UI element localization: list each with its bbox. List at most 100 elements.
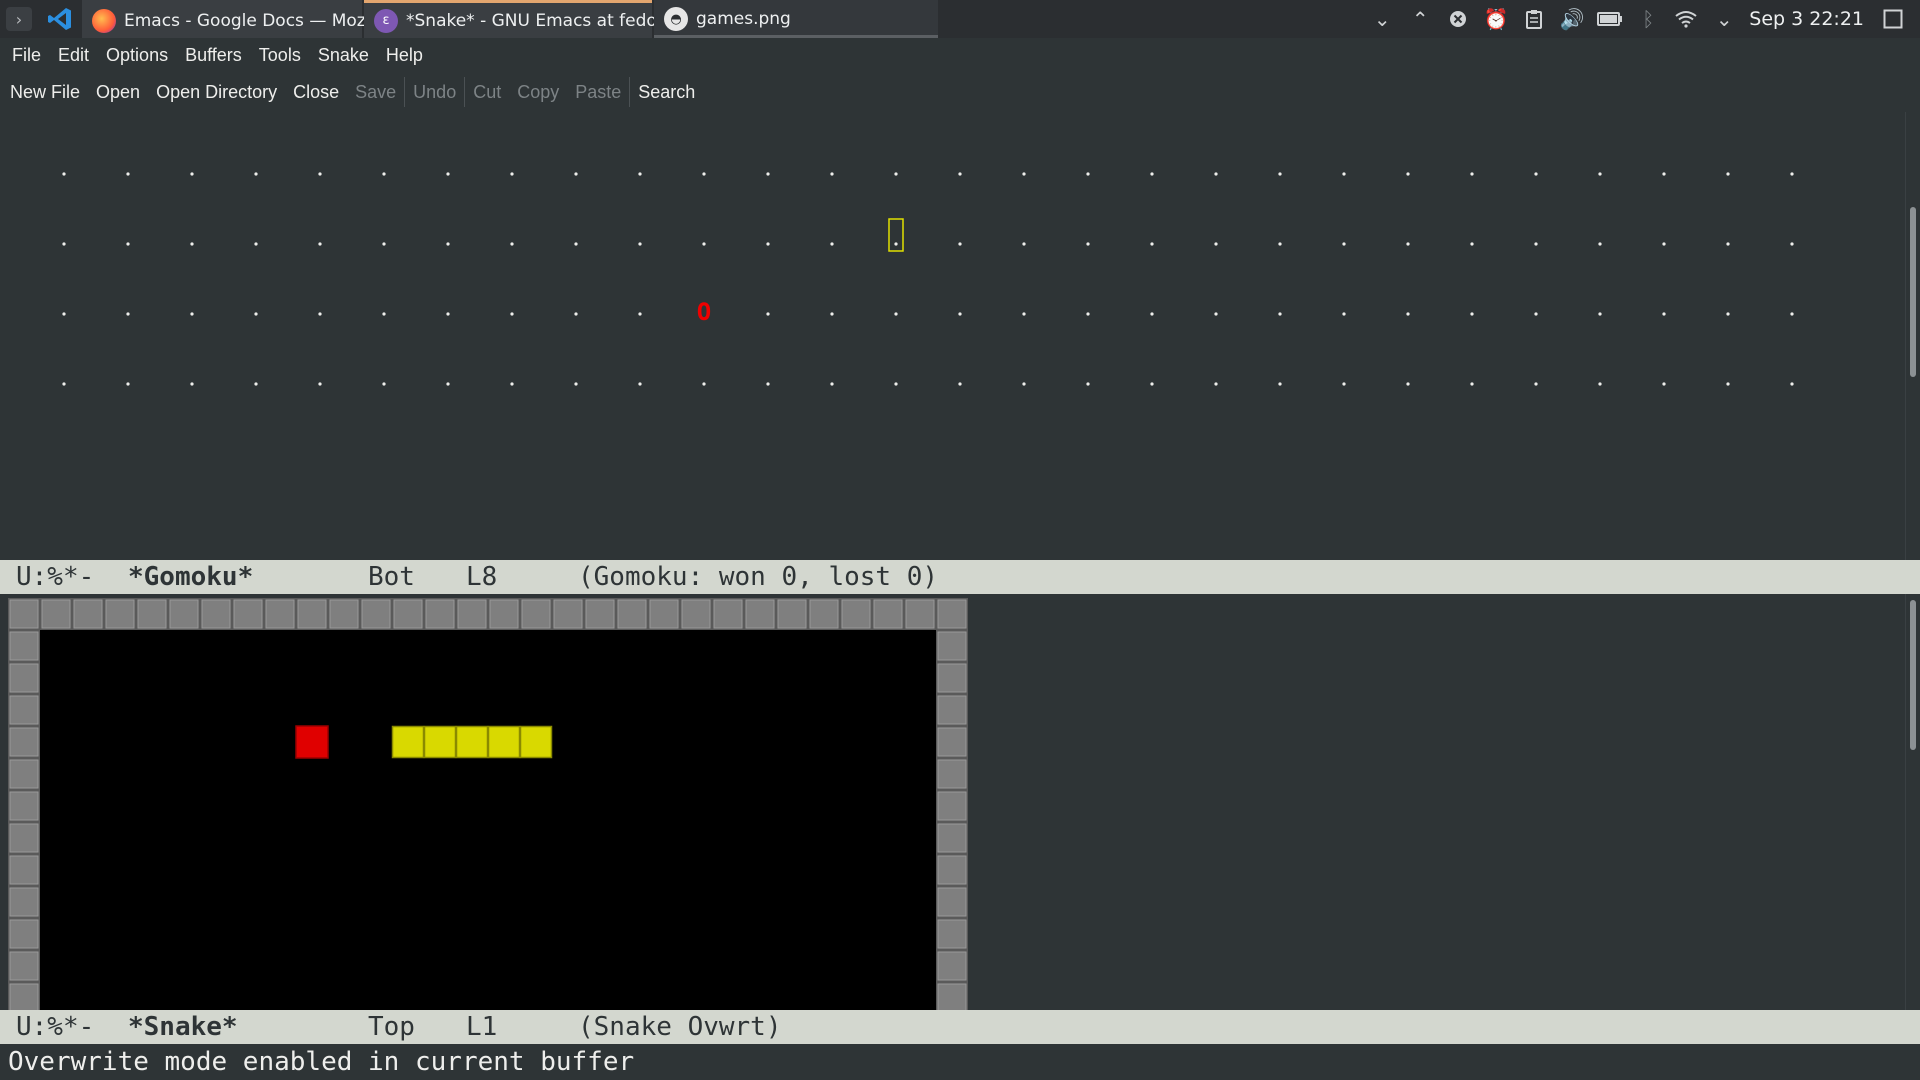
snake-window[interactable] [0, 594, 1905, 1010]
gomoku-cell[interactable] [830, 382, 834, 386]
battery-icon[interactable] [1591, 0, 1629, 38]
task-emacs[interactable]: ε *Snake* - GNU Emacs at fedora [364, 0, 674, 38]
gomoku-cell[interactable] [1214, 172, 1218, 176]
gomoku-cell[interactable] [254, 242, 258, 246]
gomoku-cell[interactable] [1470, 172, 1474, 176]
gomoku-cell[interactable] [510, 382, 514, 386]
gomoku-cell[interactable] [1406, 172, 1410, 176]
gomoku-cell[interactable] [702, 382, 706, 386]
gomoku-cell[interactable] [958, 242, 962, 246]
gomoku-cell[interactable] [190, 312, 194, 316]
gomoku-cell[interactable] [1278, 172, 1282, 176]
gomoku-cell[interactable] [1406, 312, 1410, 316]
gomoku-cell[interactable] [318, 312, 322, 316]
gomoku-cell[interactable] [1086, 382, 1090, 386]
gomoku-cell[interactable] [446, 382, 450, 386]
gomoku-cell[interactable] [382, 312, 386, 316]
gomoku-cell[interactable] [702, 242, 706, 246]
bluetooth-icon[interactable]: ᛒ [1629, 0, 1667, 38]
gomoku-cell[interactable] [638, 312, 642, 316]
gomoku-cell[interactable] [126, 382, 130, 386]
gomoku-cell[interactable] [1534, 312, 1538, 316]
gomoku-cell[interactable] [1470, 382, 1474, 386]
wifi-icon[interactable] [1667, 0, 1705, 38]
gomoku-cell[interactable] [1534, 172, 1538, 176]
gomoku-cell[interactable] [766, 172, 770, 176]
menu-snake[interactable]: Snake [310, 45, 378, 66]
scrollbar-thumb[interactable] [1910, 600, 1916, 750]
gomoku-cell[interactable] [1214, 242, 1218, 246]
gomoku-stone[interactable]: O [697, 298, 711, 326]
gomoku-cell[interactable] [190, 242, 194, 246]
clock[interactable]: Sep 3 22:21 [1743, 8, 1874, 30]
gomoku-cell[interactable] [126, 172, 130, 176]
gomoku-cell[interactable] [1534, 382, 1538, 386]
gomoku-cell[interactable] [830, 312, 834, 316]
gomoku-cell[interactable] [382, 382, 386, 386]
gomoku-cell[interactable] [254, 382, 258, 386]
gomoku-cell[interactable] [1598, 312, 1602, 316]
gomoku-cell[interactable] [638, 382, 642, 386]
gomoku-cell[interactable] [190, 172, 194, 176]
gomoku-cell[interactable] [1278, 312, 1282, 316]
gomoku-cell[interactable] [638, 172, 642, 176]
gomoku-cell[interactable] [1022, 382, 1026, 386]
gomoku-cell[interactable] [1470, 242, 1474, 246]
gomoku-cell[interactable] [766, 382, 770, 386]
alarm-icon[interactable]: ⏰ [1477, 0, 1515, 38]
gomoku-cell[interactable] [830, 242, 834, 246]
task-image-viewer[interactable]: ◓ games.png [654, 0, 938, 38]
gomoku-cell[interactable] [574, 172, 578, 176]
gomoku-cell[interactable] [574, 312, 578, 316]
gomoku-cell[interactable] [1022, 242, 1026, 246]
volume-icon[interactable]: 🔊 [1553, 0, 1591, 38]
save-button[interactable]: Save [347, 82, 404, 103]
gomoku-cell[interactable] [1598, 172, 1602, 176]
gomoku-cell[interactable] [766, 312, 770, 316]
gomoku-cell[interactable] [126, 242, 130, 246]
modeline-buffer-name[interactable]: *Gomoku* [128, 560, 253, 594]
gomoku-cell[interactable] [1726, 382, 1730, 386]
gomoku-cell[interactable] [574, 242, 578, 246]
show-desktop-icon[interactable] [1874, 0, 1912, 38]
gomoku-cell[interactable] [62, 242, 66, 246]
gomoku-cell[interactable] [1022, 172, 1026, 176]
gomoku-cell[interactable] [1150, 172, 1154, 176]
gomoku-cell[interactable] [1470, 312, 1474, 316]
gomoku-cell[interactable] [1406, 382, 1410, 386]
gomoku-cell[interactable] [894, 242, 898, 246]
gomoku-cell[interactable] [62, 382, 66, 386]
gomoku-cell[interactable] [1342, 312, 1346, 316]
gomoku-cell[interactable] [574, 382, 578, 386]
gomoku-board[interactable]: O [0, 112, 1905, 560]
gomoku-cell[interactable] [62, 312, 66, 316]
scrollbar-thumb[interactable] [1910, 207, 1916, 377]
gomoku-cell[interactable] [1598, 382, 1602, 386]
close-button[interactable]: Close [285, 82, 347, 103]
gomoku-cell[interactable] [958, 172, 962, 176]
chevron-up-icon[interactable]: ⌃ [1401, 0, 1439, 38]
gomoku-cell[interactable] [1342, 242, 1346, 246]
menu-tools[interactable]: Tools [251, 45, 310, 66]
gomoku-cell[interactable] [1342, 382, 1346, 386]
gomoku-cell[interactable] [446, 242, 450, 246]
gomoku-cell[interactable] [126, 312, 130, 316]
chevron-down-icon[interactable]: ⌄ [1705, 0, 1743, 38]
gomoku-cell[interactable] [318, 172, 322, 176]
menu-options[interactable]: Options [98, 45, 177, 66]
gomoku-cell[interactable] [254, 312, 258, 316]
gomoku-cell[interactable] [1790, 242, 1794, 246]
gomoku-cell[interactable] [446, 172, 450, 176]
gomoku-cell[interactable] [1790, 382, 1794, 386]
gomoku-cell[interactable] [1278, 382, 1282, 386]
gomoku-cell[interactable] [1790, 172, 1794, 176]
gomoku-cell[interactable] [1086, 172, 1090, 176]
gomoku-cell[interactable] [1086, 242, 1090, 246]
gomoku-cell[interactable] [318, 242, 322, 246]
gomoku-cell[interactable] [1022, 312, 1026, 316]
chevron-down-icon[interactable]: ⌄ [1363, 0, 1401, 38]
gomoku-cell[interactable] [318, 382, 322, 386]
gomoku-cell[interactable] [382, 172, 386, 176]
gomoku-cell[interactable] [958, 312, 962, 316]
app-launcher-button[interactable]: › [0, 0, 38, 38]
